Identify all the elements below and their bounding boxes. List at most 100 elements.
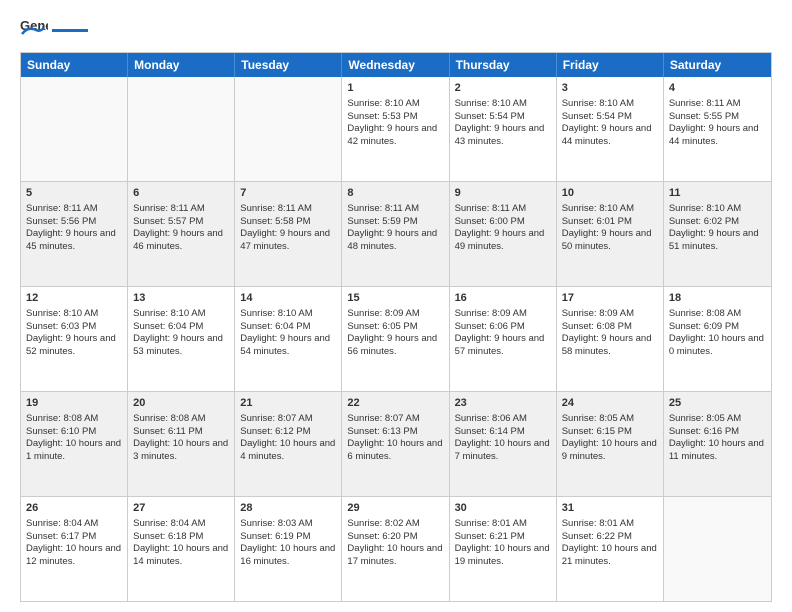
day-number: 10: [562, 186, 658, 201]
calendar-day-12: 12 Sunrise: 8:10 AM Sunset: 6:03 PM Dayli…: [21, 287, 128, 391]
calendar-empty-cell: [128, 77, 235, 181]
calendar-header: SundayMondayTuesdayWednesdayThursdayFrid…: [21, 53, 771, 77]
day-number: 8: [347, 186, 443, 201]
day-info: Sunrise: 8:01 AM Sunset: 6:22 PM Dayligh…: [562, 518, 657, 567]
weekday-header-monday: Monday: [128, 53, 235, 77]
day-number: 13: [133, 291, 229, 306]
day-info: Sunrise: 8:09 AM Sunset: 6:05 PM Dayligh…: [347, 308, 437, 357]
day-number: 23: [455, 396, 551, 411]
calendar-row-4: 26 Sunrise: 8:04 AM Sunset: 6:17 PM Dayli…: [21, 497, 771, 601]
calendar-day-26: 26 Sunrise: 8:04 AM Sunset: 6:17 PM Dayli…: [21, 497, 128, 601]
day-number: 24: [562, 396, 658, 411]
day-info: Sunrise: 8:08 AM Sunset: 6:10 PM Dayligh…: [26, 413, 121, 462]
calendar-day-22: 22 Sunrise: 8:07 AM Sunset: 6:13 PM Dayli…: [342, 392, 449, 496]
calendar-day-8: 8 Sunrise: 8:11 AM Sunset: 5:59 PM Daylig…: [342, 182, 449, 286]
day-info: Sunrise: 8:10 AM Sunset: 6:03 PM Dayligh…: [26, 308, 116, 357]
calendar-day-14: 14 Sunrise: 8:10 AM Sunset: 6:04 PM Dayli…: [235, 287, 342, 391]
weekday-header-saturday: Saturday: [664, 53, 771, 77]
weekday-header-thursday: Thursday: [450, 53, 557, 77]
calendar-row-1: 5Sunrise: 8:11 AM Sunset: 5:56 PM Daylig…: [21, 182, 771, 287]
day-info: Sunrise: 8:03 AM Sunset: 6:19 PM Dayligh…: [240, 518, 335, 567]
calendar-row-3: 19 Sunrise: 8:08 AM Sunset: 6:10 PM Dayli…: [21, 392, 771, 497]
day-number: 9: [455, 186, 551, 201]
day-number: 31: [562, 501, 658, 516]
day-number: 17: [562, 291, 658, 306]
calendar-day-31: 31 Sunrise: 8:01 AM Sunset: 6:22 PM Dayli…: [557, 497, 664, 601]
page-header: General: [20, 16, 772, 44]
day-number: 11: [669, 186, 766, 201]
calendar-day-13: 13 Sunrise: 8:10 AM Sunset: 6:04 PM Dayli…: [128, 287, 235, 391]
calendar-day-20: 20Sunrise: 8:08 AM Sunset: 6:11 PM Dayli…: [128, 392, 235, 496]
day-info: Sunrise: 8:04 AM Sunset: 6:17 PM Dayligh…: [26, 518, 121, 567]
day-info: Sunrise: 8:10 AM Sunset: 6:01 PM Dayligh…: [562, 203, 652, 252]
day-number: 26: [26, 501, 122, 516]
calendar-day-1: 1 Sunrise: 8:10 AM Sunset: 5:53 PM Daylig…: [342, 77, 449, 181]
day-number: 14: [240, 291, 336, 306]
day-number: 6: [133, 186, 229, 201]
day-info: Sunrise: 8:10 AM Sunset: 6:04 PM Dayligh…: [133, 308, 223, 357]
day-info: Sunrise: 8:07 AM Sunset: 6:12 PM Dayligh…: [240, 413, 335, 462]
day-number: 30: [455, 501, 551, 516]
day-info: Sunrise: 8:02 AM Sunset: 6:20 PM Dayligh…: [347, 518, 442, 567]
day-number: 3: [562, 81, 658, 96]
calendar-day-11: 11 Sunrise: 8:10 AM Sunset: 6:02 PM Dayli…: [664, 182, 771, 286]
calendar-day-10: 10 Sunrise: 8:10 AM Sunset: 6:01 PM Dayli…: [557, 182, 664, 286]
day-info: Sunrise: 8:01 AM Sunset: 6:21 PM Dayligh…: [455, 518, 550, 567]
day-info: Sunrise: 8:09 AM Sunset: 6:08 PM Dayligh…: [562, 308, 652, 357]
calendar-day-27: 27 Sunrise: 8:04 AM Sunset: 6:18 PM Dayli…: [128, 497, 235, 601]
day-number: 22: [347, 396, 443, 411]
day-number: 29: [347, 501, 443, 516]
day-number: 5: [26, 186, 122, 201]
weekday-header-wednesday: Wednesday: [342, 53, 449, 77]
calendar-day-17: 17 Sunrise: 8:09 AM Sunset: 6:08 PM Dayli…: [557, 287, 664, 391]
calendar-body: 1 Sunrise: 8:10 AM Sunset: 5:53 PM Daylig…: [21, 77, 771, 601]
calendar-empty-cell: [235, 77, 342, 181]
day-number: 18: [669, 291, 766, 306]
calendar-empty-cell: [664, 497, 771, 601]
calendar-day-5: 5Sunrise: 8:11 AM Sunset: 5:56 PM Daylig…: [21, 182, 128, 286]
day-number: 1: [347, 81, 443, 96]
calendar-day-25: 25 Sunrise: 8:05 AM Sunset: 6:16 PM Dayli…: [664, 392, 771, 496]
day-info: Sunrise: 8:10 AM Sunset: 5:54 PM Dayligh…: [562, 98, 652, 147]
day-number: 25: [669, 396, 766, 411]
day-info: Sunrise: 8:07 AM Sunset: 6:13 PM Dayligh…: [347, 413, 442, 462]
calendar-day-4: 4Sunrise: 8:11 AM Sunset: 5:55 PM Daylig…: [664, 77, 771, 181]
calendar-empty-cell: [21, 77, 128, 181]
weekday-header-sunday: Sunday: [21, 53, 128, 77]
day-info: Sunrise: 8:11 AM Sunset: 5:59 PM Dayligh…: [347, 203, 437, 252]
day-info: Sunrise: 8:10 AM Sunset: 5:54 PM Dayligh…: [455, 98, 545, 147]
weekday-header-tuesday: Tuesday: [235, 53, 342, 77]
day-info: Sunrise: 8:10 AM Sunset: 6:04 PM Dayligh…: [240, 308, 330, 357]
day-number: 15: [347, 291, 443, 306]
day-info: Sunrise: 8:04 AM Sunset: 6:18 PM Dayligh…: [133, 518, 228, 567]
day-number: 19: [26, 396, 122, 411]
day-info: Sunrise: 8:10 AM Sunset: 5:53 PM Dayligh…: [347, 98, 437, 147]
day-number: 12: [26, 291, 122, 306]
day-info: Sunrise: 8:08 AM Sunset: 6:09 PM Dayligh…: [669, 308, 764, 357]
calendar-day-29: 29 Sunrise: 8:02 AM Sunset: 6:20 PM Dayli…: [342, 497, 449, 601]
day-number: 4: [669, 81, 766, 96]
day-info: Sunrise: 8:10 AM Sunset: 6:02 PM Dayligh…: [669, 203, 759, 252]
calendar-day-24: 24 Sunrise: 8:05 AM Sunset: 6:15 PM Dayli…: [557, 392, 664, 496]
day-number: 27: [133, 501, 229, 516]
calendar-day-9: 9 Sunrise: 8:11 AM Sunset: 6:00 PM Daylig…: [450, 182, 557, 286]
calendar-day-23: 23 Sunrise: 8:06 AM Sunset: 6:14 PM Dayli…: [450, 392, 557, 496]
calendar-day-3: 3 Sunrise: 8:10 AM Sunset: 5:54 PM Daylig…: [557, 77, 664, 181]
calendar-day-6: 6 Sunrise: 8:11 AM Sunset: 5:57 PM Daylig…: [128, 182, 235, 286]
logo: General: [20, 16, 88, 44]
calendar-day-21: 21 Sunrise: 8:07 AM Sunset: 6:12 PM Dayli…: [235, 392, 342, 496]
day-info: Sunrise: 8:09 AM Sunset: 6:06 PM Dayligh…: [455, 308, 545, 357]
day-info: Sunrise: 8:11 AM Sunset: 5:58 PM Dayligh…: [240, 203, 330, 252]
day-info: Sunrise: 8:11 AM Sunset: 5:57 PM Dayligh…: [133, 203, 223, 252]
day-number: 16: [455, 291, 551, 306]
logo-icon: General: [20, 16, 48, 44]
calendar-day-30: 30 Sunrise: 8:01 AM Sunset: 6:21 PM Dayli…: [450, 497, 557, 601]
day-number: 21: [240, 396, 336, 411]
day-info: Sunrise: 8:06 AM Sunset: 6:14 PM Dayligh…: [455, 413, 550, 462]
day-info: Sunrise: 8:05 AM Sunset: 6:16 PM Dayligh…: [669, 413, 764, 462]
day-info: Sunrise: 8:08 AM Sunset: 6:11 PM Dayligh…: [133, 413, 228, 462]
calendar-row-0: 1 Sunrise: 8:10 AM Sunset: 5:53 PM Daylig…: [21, 77, 771, 182]
day-info: Sunrise: 8:05 AM Sunset: 6:15 PM Dayligh…: [562, 413, 657, 462]
day-info: Sunrise: 8:11 AM Sunset: 6:00 PM Dayligh…: [455, 203, 545, 252]
day-number: 7: [240, 186, 336, 201]
